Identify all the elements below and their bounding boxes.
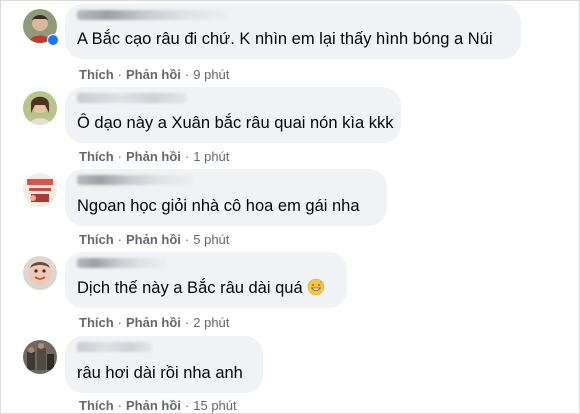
grinning-face-with-sweat-icon — [307, 278, 324, 296]
separator: · — [117, 67, 123, 82]
reply-button[interactable]: Phản hồi — [126, 149, 181, 164]
reply-button[interactable]: Phản hồi — [126, 315, 181, 330]
comment-bubble: Ô dạo này a Xuân bắc râu quai nón kìa kk… — [65, 87, 401, 143]
comment-bubble: Dịch thế này a Bắc râu dài quá — [65, 252, 347, 308]
comment-text: A Bắc cạo râu đi chứ. K nhìn em lại thấy… — [77, 30, 493, 48]
like-button[interactable]: Thích — [79, 149, 114, 164]
comment-actions: Thích · Phản hồi · 15 phút — [79, 398, 237, 413]
separator: · — [117, 398, 123, 413]
author-name-redacted[interactable] — [77, 258, 167, 268]
comment-thread: A Bắc cạo râu đi chứ. K nhìn em lại thấy… — [0, 0, 580, 414]
comment-text-content: Dịch thế này a Bắc râu dài quá — [77, 279, 303, 297]
like-button[interactable]: Thích — [79, 67, 114, 82]
timestamp[interactable]: 15 phút — [193, 398, 236, 413]
separator: · — [184, 149, 190, 164]
comment-actions: Thích · Phản hồi · 9 phút — [79, 67, 229, 82]
separator: · — [117, 315, 123, 330]
timestamp[interactable]: 2 phút — [193, 315, 229, 330]
comment-bubble: Ngoan học giỏi nhà cô hoa em gái nha — [65, 169, 387, 226]
separator: · — [184, 315, 190, 330]
comment-actions: Thích · Phản hồi · 5 phút — [79, 232, 229, 247]
avatar-photo — [23, 173, 57, 207]
separator: · — [184, 67, 190, 82]
separator: · — [117, 232, 123, 247]
timestamp[interactable]: 1 phút — [193, 149, 229, 164]
like-button[interactable]: Thích — [79, 398, 114, 413]
comment-text: Ô dạo này a Xuân bắc râu quai nón kìa kk… — [77, 114, 394, 132]
timestamp[interactable]: 9 phút — [193, 67, 229, 82]
comment-text: râu hơi dài rồi nha anh — [77, 364, 243, 382]
reply-button[interactable]: Phản hồi — [126, 67, 181, 82]
avatar[interactable] — [23, 91, 57, 125]
like-button[interactable]: Thích — [79, 232, 114, 247]
comment-text: Ngoan học giỏi nhà cô hoa em gái nha — [77, 197, 360, 215]
timestamp[interactable]: 5 phút — [193, 232, 229, 247]
author-name-redacted[interactable] — [77, 175, 192, 185]
separator: · — [184, 232, 190, 247]
reply-button[interactable]: Phản hồi — [126, 232, 181, 247]
comment-actions: Thích · Phản hồi · 1 phút — [79, 149, 229, 164]
avatar[interactable] — [23, 173, 57, 207]
avatar-photo — [23, 256, 57, 290]
comment-text: Dịch thế này a Bắc râu dài quá — [77, 278, 325, 298]
avatar-photo — [23, 91, 57, 125]
separator: · — [184, 398, 190, 413]
comment-bubble: râu hơi dài rồi nha anh — [65, 336, 263, 393]
like-button[interactable]: Thích — [79, 315, 114, 330]
comment-actions: Thích · Phản hồi · 2 phút — [79, 315, 229, 330]
separator: · — [117, 149, 123, 164]
author-name-redacted[interactable] — [77, 93, 187, 103]
avatar-photo — [23, 340, 57, 374]
comment-bubble: A Bắc cạo râu đi chứ. K nhìn em lại thấy… — [65, 4, 521, 59]
verified-badge-icon — [47, 34, 59, 46]
author-name-redacted[interactable] — [77, 10, 227, 20]
avatar[interactable] — [23, 340, 57, 374]
avatar[interactable] — [23, 256, 57, 290]
author-name-redacted[interactable] — [77, 342, 152, 352]
reply-button[interactable]: Phản hồi — [126, 398, 181, 413]
